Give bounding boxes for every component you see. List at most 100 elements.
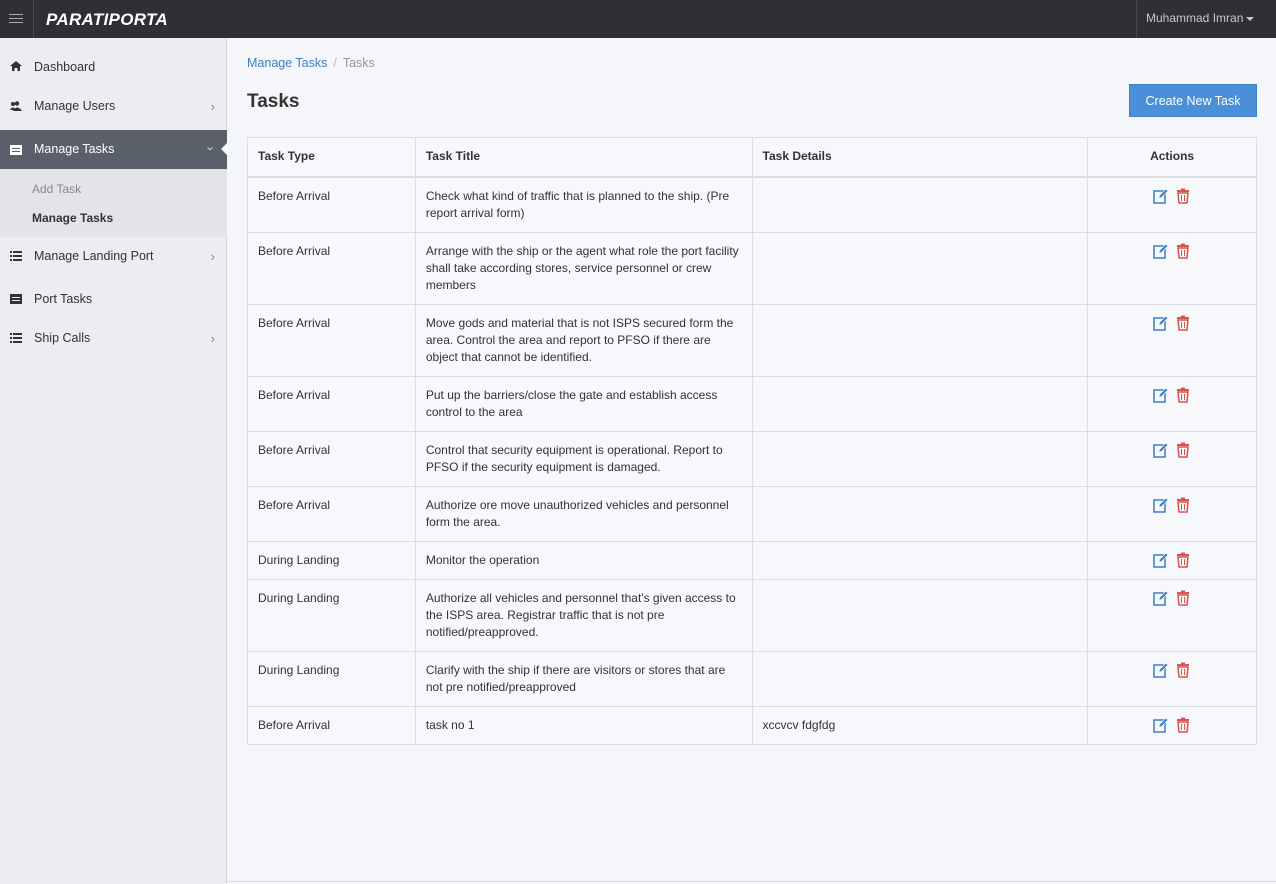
sidebar-item-manage-tasks[interactable]: Manage Tasks › <box>0 130 228 169</box>
cell-task-type: Before Arrival <box>247 176 416 233</box>
cell-task-type: Before Arrival <box>247 705 416 745</box>
top-navbar: PARATIPORTA Muhammad Imran <box>0 0 1276 38</box>
breadcrumb-link-manage-tasks[interactable]: Manage Tasks <box>247 56 327 70</box>
delete-icon[interactable] <box>1175 387 1191 403</box>
breadcrumb: Manage Tasks / Tasks <box>247 56 375 70</box>
delete-icon[interactable] <box>1175 662 1191 678</box>
edit-icon[interactable] <box>1153 552 1169 568</box>
table-row: Before Arrival Arrange with the ship or t… <box>247 231 1257 305</box>
create-new-task-button[interactable]: Create New Task <box>1129 84 1257 117</box>
delete-icon[interactable] <box>1175 188 1191 204</box>
cell-actions <box>1087 430 1257 487</box>
user-menu[interactable]: Muhammad Imran <box>1136 0 1276 38</box>
cell-task-details: xccvcv fdgfdg <box>751 705 1089 745</box>
cell-task-type: Before Arrival <box>247 375 416 432</box>
cell-task-type: Before Arrival <box>247 303 416 377</box>
cell-actions <box>1087 540 1257 580</box>
cell-task-details <box>751 176 1089 233</box>
sidebar-item-label: Manage Landing Port <box>34 249 154 263</box>
users-icon <box>10 101 22 111</box>
sidebar-item-label: Manage Users <box>34 99 116 113</box>
breadcrumb-current: Tasks <box>342 56 375 70</box>
cell-task-type: During Landing <box>247 540 416 580</box>
menu-toggle-icon[interactable] <box>0 0 34 38</box>
cell-task-type: During Landing <box>247 578 416 652</box>
delete-icon[interactable] <box>1175 552 1191 568</box>
edit-icon[interactable] <box>1153 497 1169 513</box>
submenu-item-manage-tasks[interactable]: Manage Tasks <box>32 211 113 225</box>
edit-icon[interactable] <box>1153 442 1169 458</box>
table-row: During Landing Monitor the operation <box>247 540 1257 580</box>
sidebar-item-manage-users[interactable]: Manage Users › <box>0 96 227 118</box>
breadcrumb-separator: / <box>333 56 337 70</box>
delete-icon[interactable] <box>1175 442 1191 458</box>
table-row: During Landing Authorize all vehicles and… <box>247 578 1257 652</box>
cell-actions <box>1087 485 1257 542</box>
edit-icon[interactable] <box>1153 717 1169 733</box>
edit-icon[interactable] <box>1153 188 1169 204</box>
sidebar-item-label: Port Tasks <box>34 292 93 306</box>
edit-icon[interactable] <box>1153 387 1169 403</box>
table-row: Before Arrival Move gods and material tha… <box>247 303 1257 377</box>
cell-task-title: Check what kind of traffic that is plann… <box>414 176 753 233</box>
cell-task-details <box>751 578 1089 652</box>
cell-task-details <box>751 231 1089 305</box>
tasks-icon <box>10 145 22 155</box>
sidebar-item-port-tasks[interactable]: Port Tasks <box>0 289 227 311</box>
cell-task-title: Arrange with the ship or the agent what … <box>414 231 753 305</box>
cell-task-details <box>751 485 1089 542</box>
cell-task-details <box>751 540 1089 580</box>
table-header-row: Task Type Task Title Task Details Action… <box>247 137 1257 178</box>
cell-task-details <box>751 303 1089 377</box>
caret-down-icon <box>1246 16 1255 21</box>
sidebar-item-dashboard[interactable]: Dashboard <box>0 57 227 79</box>
cell-task-type: Before Arrival <box>247 485 416 542</box>
chevron-right-icon: › <box>210 99 215 114</box>
page-title: Tasks <box>247 91 300 112</box>
table-row: During Landing Clarify with the ship if t… <box>247 650 1257 707</box>
cell-task-title: Authorize ore move unauthorized vehicles… <box>414 485 753 542</box>
chevron-down-icon: › <box>203 146 219 151</box>
home-icon <box>10 61 22 71</box>
delete-icon[interactable] <box>1175 590 1191 606</box>
manage-tasks-submenu: Add Task Manage Tasks <box>0 169 227 237</box>
table-body: Before Arrival Check what kind of traffic… <box>247 176 1257 745</box>
cell-actions <box>1087 578 1257 652</box>
chevron-right-icon: › <box>210 249 215 264</box>
sidebar-item-ship-calls[interactable]: Ship Calls › <box>0 328 227 350</box>
edit-icon[interactable] <box>1153 243 1169 259</box>
delete-icon[interactable] <box>1175 717 1191 733</box>
chevron-right-icon: › <box>210 331 215 346</box>
sidebar-item-manage-landing-port[interactable]: Manage Landing Port › <box>0 246 227 268</box>
cell-task-title: Authorize all vehicles and personnel tha… <box>414 578 753 652</box>
sidebar-item-label: Dashboard <box>34 60 96 74</box>
table-row: Before Arrival task no 1 xccvcv fdgfdg <box>247 705 1257 745</box>
column-header-task-details: Task Details <box>751 137 1089 178</box>
cell-actions <box>1087 705 1257 745</box>
table-row: Before Arrival Control that security equi… <box>247 430 1257 487</box>
edit-icon[interactable] <box>1153 662 1169 678</box>
cell-task-title: Clarify with the ship if there are visit… <box>414 650 753 707</box>
edit-icon[interactable] <box>1153 590 1169 606</box>
cell-actions <box>1087 231 1257 305</box>
cell-task-type: Before Arrival <box>247 430 416 487</box>
column-header-task-title: Task Title <box>414 137 753 178</box>
table-row: Before Arrival Put up the barriers/close … <box>247 375 1257 432</box>
cell-task-title: Control that security equipment is opera… <box>414 430 753 487</box>
cell-task-title: task no 1 <box>414 705 753 745</box>
delete-icon[interactable] <box>1175 315 1191 331</box>
edit-icon[interactable] <box>1153 315 1169 331</box>
tasks-table: Task Type Task Title Task Details Action… <box>247 137 1257 745</box>
submenu-item-add-task[interactable]: Add Task <box>32 182 81 196</box>
brand-logo[interactable]: PARATIPORTA <box>46 0 168 40</box>
cell-actions <box>1087 303 1257 377</box>
delete-icon[interactable] <box>1175 243 1191 259</box>
list-icon <box>10 251 22 261</box>
table-row: Before Arrival Authorize ore move unautho… <box>247 485 1257 542</box>
delete-icon[interactable] <box>1175 497 1191 513</box>
table-row: Before Arrival Check what kind of traffic… <box>247 176 1257 233</box>
cell-task-title: Put up the barriers/close the gate and e… <box>414 375 753 432</box>
sidebar: Dashboard Manage Users › Manage Tasks › … <box>0 38 228 884</box>
cell-actions <box>1087 176 1257 233</box>
column-header-task-type: Task Type <box>247 137 416 178</box>
